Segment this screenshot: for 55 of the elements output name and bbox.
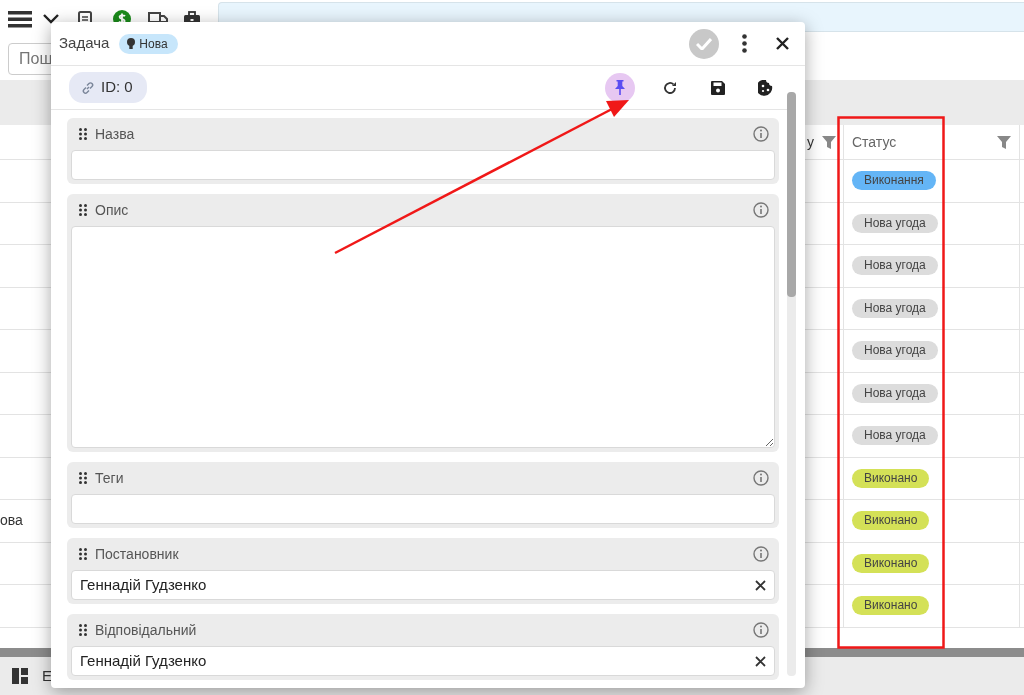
info-icon[interactable]: [753, 126, 769, 142]
save-icon: [711, 80, 725, 95]
status-badge: Нова угода: [852, 383, 938, 403]
clear-icon[interactable]: [755, 655, 766, 667]
layout-icon[interactable]: [12, 668, 28, 684]
check-icon: [696, 37, 712, 50]
field-label: Теги: [95, 468, 125, 488]
pin-button[interactable]: [605, 72, 635, 103]
status-badge: Нова: [119, 33, 178, 54]
close-icon: [775, 37, 789, 50]
info-icon[interactable]: [753, 470, 769, 486]
status-badge: Виконано: [852, 511, 930, 531]
input-field[interactable]: [71, 494, 775, 524]
refresh-icon: [663, 80, 677, 95]
more-icon: [741, 34, 747, 53]
select-field[interactable]: Геннадій Гудзенко: [71, 570, 775, 600]
field-label: Постановник: [95, 544, 180, 564]
field-label: Назва: [95, 124, 136, 144]
column-header: Статус: [852, 132, 897, 152]
pin-icon: [615, 80, 625, 95]
info-icon[interactable]: [753, 546, 769, 562]
menu-icon[interactable]: [8, 10, 32, 28]
cookie-icon: [758, 79, 774, 96]
status-badge: Виконання: [852, 171, 936, 191]
status-badge: Нова угода: [852, 298, 938, 318]
status-badge: Виконано: [852, 596, 930, 616]
chevron-down-icon[interactable]: [43, 14, 59, 24]
status-badge: Нова угода: [852, 213, 938, 233]
input-field[interactable]: [71, 150, 775, 180]
bottom-bar-label: E: [42, 665, 52, 686]
status-badge: Виконано: [852, 468, 930, 488]
filter-icon[interactable]: [822, 135, 836, 149]
status-badge: Виконано: [852, 553, 930, 573]
filter-icon[interactable]: [997, 135, 1011, 149]
table-cell-text: ова: [0, 511, 23, 531]
field-label: Відповідальний: [95, 620, 198, 640]
info-icon[interactable]: [753, 202, 769, 218]
column-header: у: [807, 132, 814, 152]
select-field[interactable]: Геннадій Гудзенко: [71, 646, 775, 676]
status-badge: Нова угода: [852, 256, 938, 276]
link-icon: [81, 80, 95, 95]
drag-handle-icon[interactable]: [79, 204, 87, 216]
id-chip: ID: 0: [69, 72, 147, 103]
dialog-title: Задача: [59, 33, 110, 54]
drag-handle-icon[interactable]: [79, 548, 87, 560]
field-label: Опис: [95, 200, 130, 220]
clear-icon[interactable]: [755, 579, 766, 591]
status-badge: Нова угода: [852, 341, 938, 361]
status-badge: Нова угода: [852, 426, 938, 446]
drag-handle-icon[interactable]: [79, 128, 87, 140]
info-icon[interactable]: [753, 622, 769, 638]
lightbulb-icon: [127, 38, 136, 49]
scrollbar[interactable]: [787, 92, 796, 676]
drag-handle-icon[interactable]: [79, 624, 87, 636]
drag-handle-icon[interactable]: [79, 472, 87, 484]
